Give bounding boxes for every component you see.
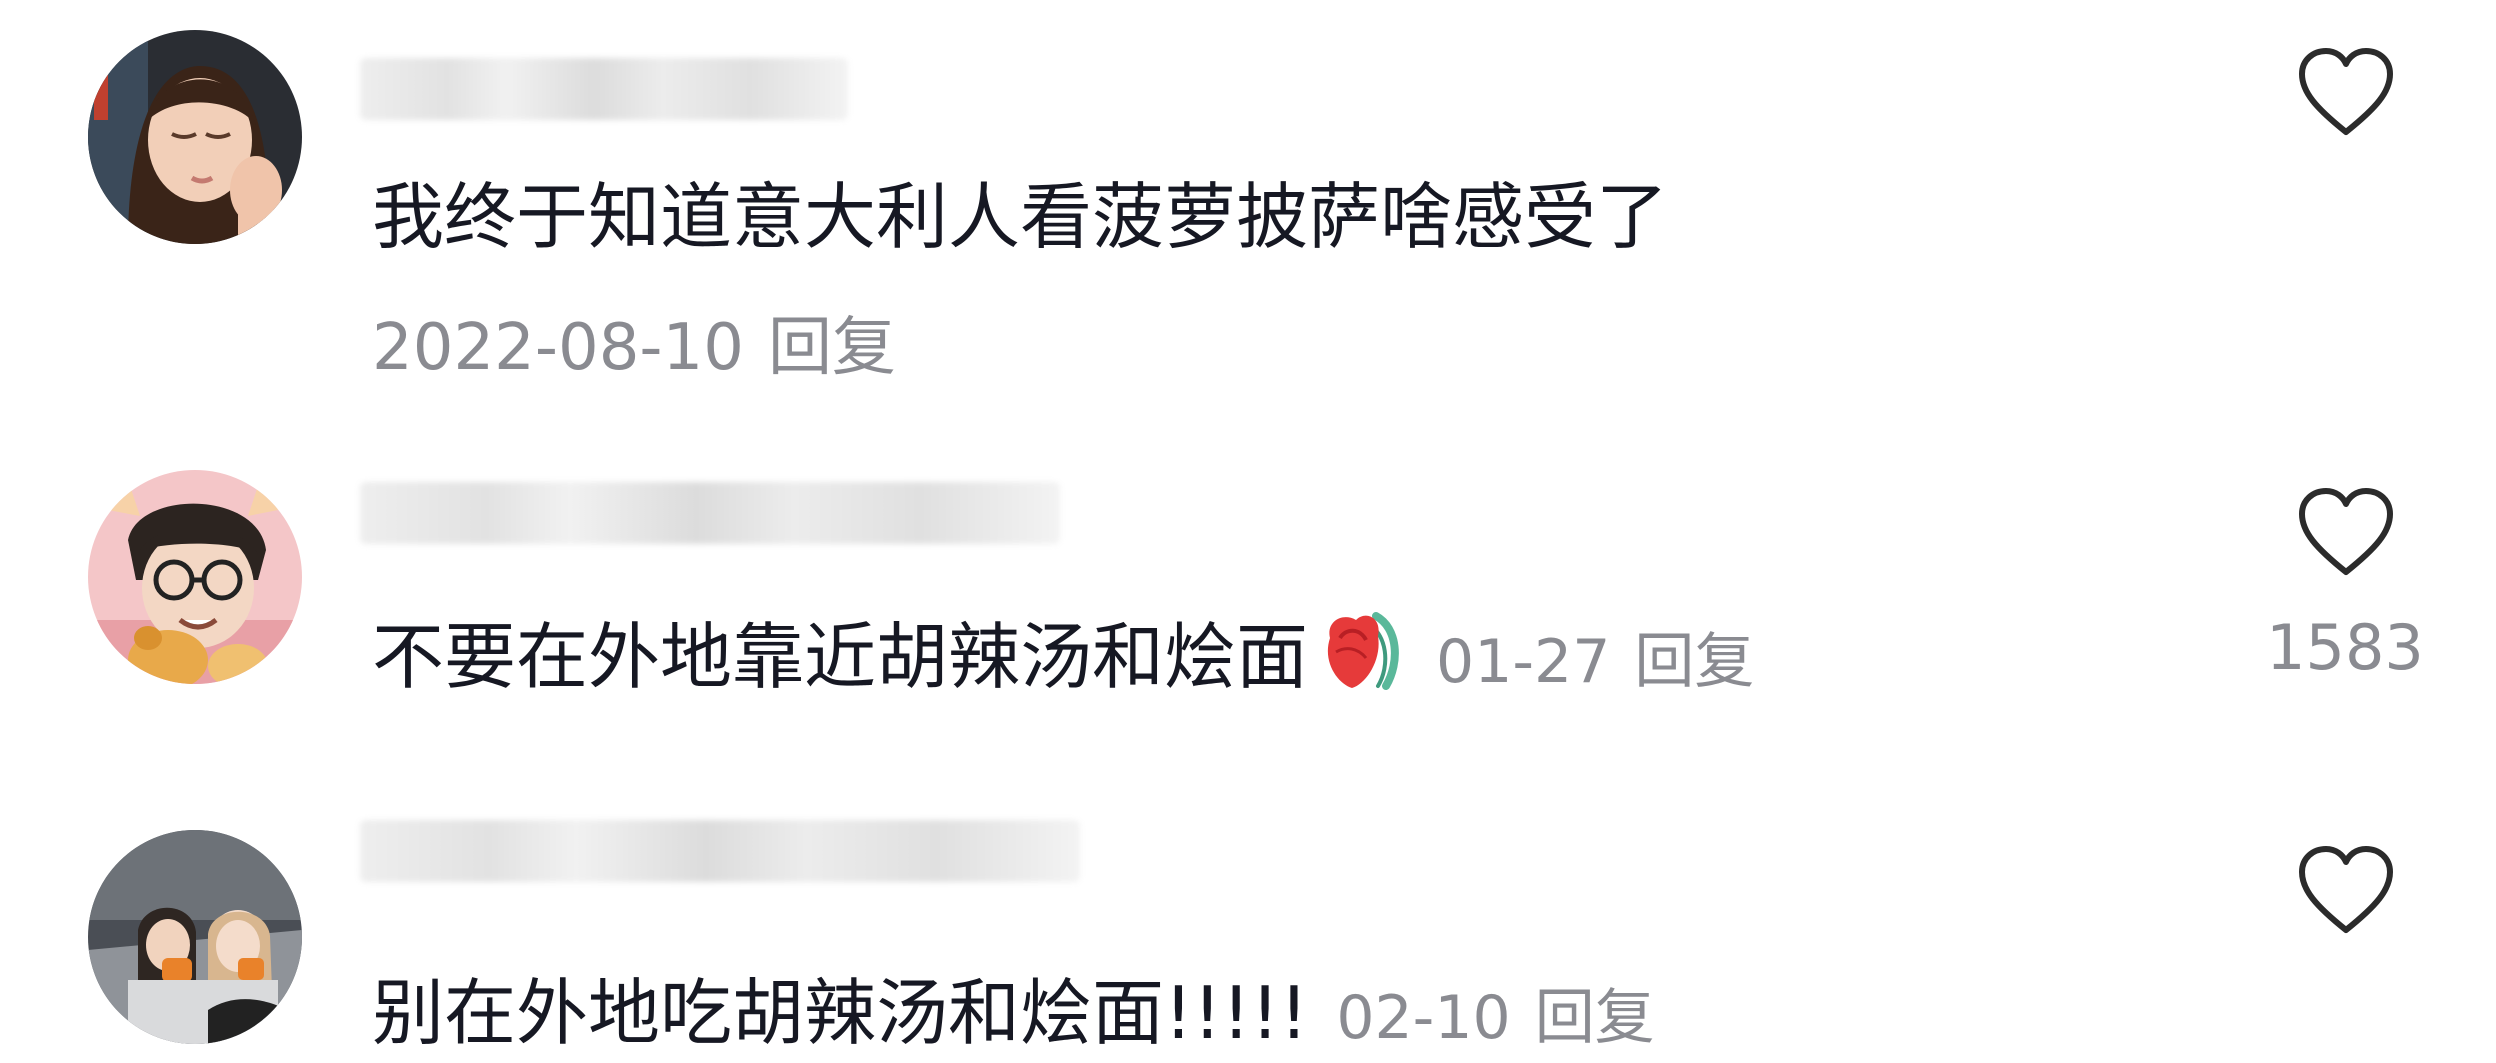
rose-emoji-icon xyxy=(1316,608,1408,694)
avatar[interactable] xyxy=(88,30,302,244)
comment-text-body: 别在外地吃胡辣汤和烩面!!!!! xyxy=(372,971,1309,1055)
username-redacted[interactable] xyxy=(360,482,1060,544)
reply-button[interactable]: 回复 xyxy=(768,311,896,385)
comment-text: 别在外地吃胡辣汤和烩面!!!!! 02-10 回复 xyxy=(372,968,1655,1063)
comment-meta: 02-10 回复 xyxy=(1336,983,1654,1053)
username-redacted[interactable] xyxy=(360,820,1080,882)
avatar[interactable] xyxy=(88,470,302,684)
comment-text: 不要在外地靠近胡辣汤和烩面 01-27 回复 xyxy=(372,608,1754,707)
avatar[interactable] xyxy=(88,830,302,1044)
reply-button[interactable]: 回复 xyxy=(1535,983,1655,1053)
comment-meta: 2022-08-10 回复 xyxy=(372,308,896,388)
comment-date: 01-27 xyxy=(1436,627,1611,697)
username-redacted[interactable] xyxy=(360,58,848,120)
comment-text: 我终于知道意大利人看菠萝披萨啥感受了 xyxy=(372,175,1669,259)
heart-icon xyxy=(2299,488,2393,575)
comment-meta: 01-27 回复 xyxy=(1436,627,1754,697)
heart-icon xyxy=(2299,48,2393,135)
reply-button[interactable]: 回复 xyxy=(1634,627,1754,697)
comment-text-body: 不要在外地靠近胡辣汤和烩面 xyxy=(372,615,1309,699)
comment-date: 2022-08-10 xyxy=(372,311,744,385)
cartoon-boy-glasses-avatar xyxy=(88,470,302,684)
heart-icon xyxy=(2299,846,2393,933)
like-button[interactable] xyxy=(2296,486,2396,578)
like-button[interactable] xyxy=(2296,844,2396,936)
car-selfie-avatar xyxy=(88,830,302,1044)
like-button[interactable] xyxy=(2296,46,2396,138)
girl-portrait-avatar xyxy=(88,30,302,244)
like-count: 1583 xyxy=(2266,611,2424,684)
comment-date: 02-10 xyxy=(1336,983,1511,1053)
